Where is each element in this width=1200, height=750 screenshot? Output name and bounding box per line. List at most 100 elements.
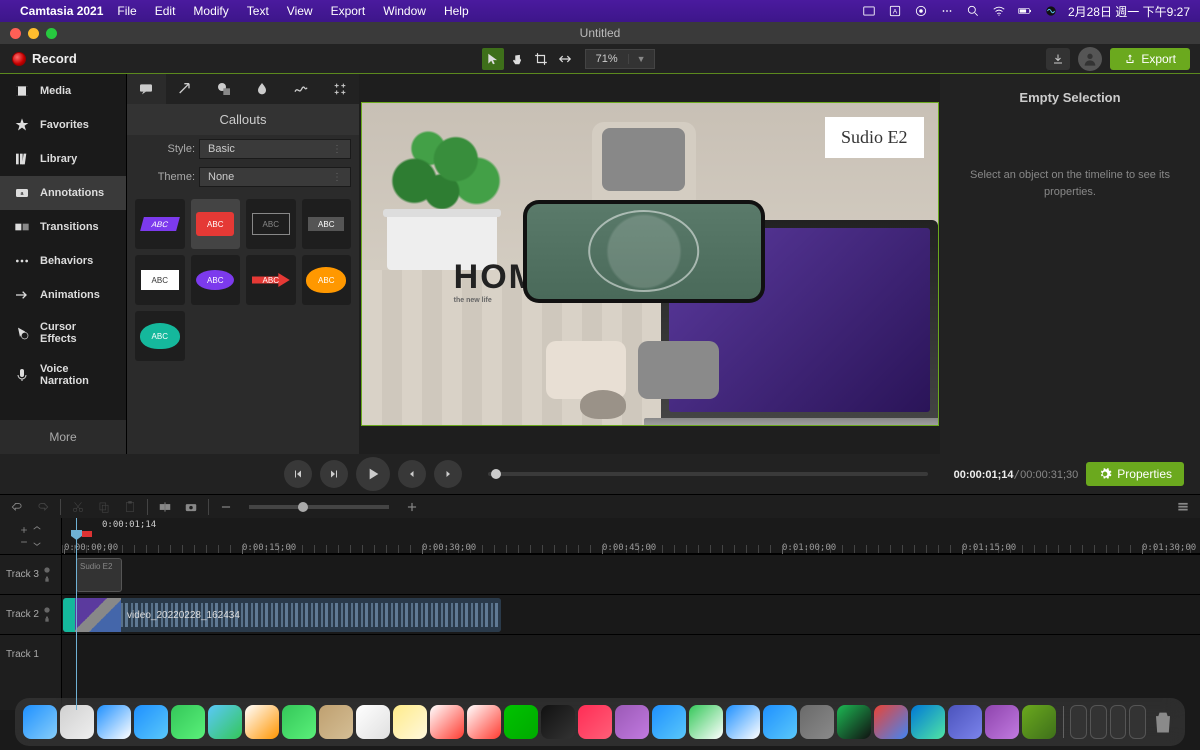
- dock-app-edge[interactable]: [911, 705, 945, 739]
- dock-app-maps[interactable]: [208, 705, 242, 739]
- window-close-button[interactable]: [10, 28, 21, 39]
- rail-favorites[interactable]: Favorites: [0, 108, 126, 142]
- record-button[interactable]: Record: [0, 44, 89, 73]
- dock-app-appstore[interactable]: [652, 705, 686, 739]
- dock-stack[interactable]: [1129, 705, 1146, 739]
- timeline-tracks[interactable]: 0:00:01;14 0:00:00;00 0:00:15;00 0:00:30…: [62, 518, 1200, 710]
- callout-thumb[interactable]: ABC: [135, 255, 185, 305]
- tab-blur[interactable]: [243, 74, 282, 104]
- dock-app-finder[interactable]: [23, 705, 57, 739]
- callout-thumb[interactable]: ABC: [246, 199, 296, 249]
- play-button[interactable]: [356, 457, 390, 491]
- dock-app-numbers[interactable]: [689, 705, 723, 739]
- dock-app-teams[interactable]: [948, 705, 982, 739]
- dock-app-settings[interactable]: [800, 705, 834, 739]
- zoom-in-button[interactable]: [401, 497, 423, 517]
- style-select[interactable]: Basic: [199, 139, 351, 159]
- rail-more-button[interactable]: More: [0, 420, 126, 454]
- callout-thumb[interactable]: ABC: [191, 255, 241, 305]
- rail-animations[interactable]: Animations: [0, 278, 126, 312]
- callout-thumb[interactable]: ABC: [302, 199, 352, 249]
- dock-app-messages[interactable]: [171, 705, 205, 739]
- dock-app-calendar2[interactable]: [467, 705, 501, 739]
- tab-arrows[interactable]: [166, 74, 205, 104]
- timeline-options-button[interactable]: [1172, 497, 1194, 517]
- menu-modify[interactable]: Modify: [193, 4, 228, 18]
- dock-app-reminders[interactable]: [356, 705, 390, 739]
- clip-marker[interactable]: [63, 598, 75, 632]
- dock-app-contacts[interactable]: [319, 705, 353, 739]
- cut-button[interactable]: [67, 497, 89, 517]
- status-siri-icon[interactable]: [1044, 4, 1058, 18]
- status-wifi-icon[interactable]: [992, 4, 1006, 18]
- dock-trash[interactable]: [1149, 705, 1177, 739]
- tab-callouts[interactable]: [127, 74, 166, 104]
- status-dots-icon[interactable]: [940, 4, 954, 18]
- prev-frame-button[interactable]: [284, 460, 312, 488]
- next-frame-button[interactable]: [320, 460, 348, 488]
- undo-button[interactable]: [6, 497, 28, 517]
- account-button[interactable]: [1078, 47, 1102, 71]
- download-button[interactable]: [1046, 48, 1070, 70]
- canvas-zoom-select[interactable]: 71% ▼: [585, 49, 655, 69]
- rail-behaviors[interactable]: Behaviors: [0, 244, 126, 278]
- callout-thumb[interactable]: ABC: [302, 255, 352, 305]
- rail-cursor-effects[interactable]: Cursor Effects: [0, 312, 126, 354]
- menu-export[interactable]: Export: [331, 4, 366, 18]
- track-header-1[interactable]: Track 1: [0, 634, 61, 674]
- dock-app-calendar1[interactable]: [430, 705, 464, 739]
- dock-app-chrome[interactable]: [874, 705, 908, 739]
- rail-library[interactable]: Library: [0, 142, 126, 176]
- dock-app-tv[interactable]: [541, 705, 575, 739]
- menu-view[interactable]: View: [287, 4, 313, 18]
- app-name[interactable]: Camtasia 2021: [20, 4, 103, 18]
- menu-text[interactable]: Text: [247, 4, 269, 18]
- canvas-crop-tool[interactable]: [530, 48, 552, 70]
- canvas[interactable]: HOMthe new life Sudio E2: [361, 102, 939, 426]
- menu-help[interactable]: Help: [444, 4, 469, 18]
- window-maximize-button[interactable]: [46, 28, 57, 39]
- zoom-out-button[interactable]: [215, 497, 237, 517]
- track-header-3[interactable]: Track 3: [0, 554, 61, 594]
- rail-transitions[interactable]: Transitions: [0, 210, 126, 244]
- status-movie-icon[interactable]: [862, 4, 876, 18]
- track-2[interactable]: video_20220228_162434: [62, 594, 1200, 634]
- dock-app-notes[interactable]: [393, 705, 427, 739]
- tab-sketch[interactable]: [282, 74, 321, 104]
- canvas-pan-tool[interactable]: [506, 48, 528, 70]
- status-search-icon[interactable]: [966, 4, 980, 18]
- track-1[interactable]: [62, 634, 1200, 674]
- callout-thumb[interactable]: ABC: [191, 199, 241, 249]
- timeline-zoom-slider[interactable]: [249, 505, 389, 509]
- dock-app-photos[interactable]: [245, 705, 279, 739]
- rail-media[interactable]: Media: [0, 74, 126, 108]
- next-clip-button[interactable]: [434, 460, 462, 488]
- canvas-text-overlay[interactable]: Sudio E2: [825, 117, 924, 158]
- prev-clip-button[interactable]: [398, 460, 426, 488]
- dock-app-player[interactable]: [985, 705, 1019, 739]
- redo-button[interactable]: [32, 497, 54, 517]
- dock-app-spotify[interactable]: [837, 705, 871, 739]
- dock-app-launchpad[interactable]: [60, 705, 94, 739]
- rail-annotations[interactable]: aAnnotations: [0, 176, 126, 210]
- export-button[interactable]: Export: [1110, 48, 1190, 70]
- tab-keystroke[interactable]: [320, 74, 359, 104]
- dock-app-camtasia[interactable]: [1022, 705, 1056, 739]
- timeline-ruler[interactable]: 0:00:01;14 0:00:00;00 0:00:15;00 0:00:30…: [62, 518, 1200, 554]
- dock-app-facetime[interactable]: [282, 705, 316, 739]
- status-input-icon[interactable]: A: [888, 4, 902, 18]
- screenshot-button[interactable]: [180, 497, 202, 517]
- theme-select[interactable]: None: [199, 167, 351, 187]
- dock-app-keynote[interactable]: [726, 705, 760, 739]
- dock-stack[interactable]: [1090, 705, 1107, 739]
- menu-file[interactable]: File: [117, 4, 136, 18]
- status-battery-icon[interactable]: [1018, 4, 1032, 18]
- copy-button[interactable]: [93, 497, 115, 517]
- track-header-2[interactable]: Track 2: [0, 594, 61, 634]
- track-3[interactable]: Sudio E2: [62, 554, 1200, 594]
- canvas-resize-tool[interactable]: [554, 48, 576, 70]
- canvas-select-tool[interactable]: [482, 48, 504, 70]
- menu-window[interactable]: Window: [383, 4, 426, 18]
- rail-voice-narration[interactable]: Voice Narration: [0, 354, 126, 396]
- menu-edit[interactable]: Edit: [155, 4, 176, 18]
